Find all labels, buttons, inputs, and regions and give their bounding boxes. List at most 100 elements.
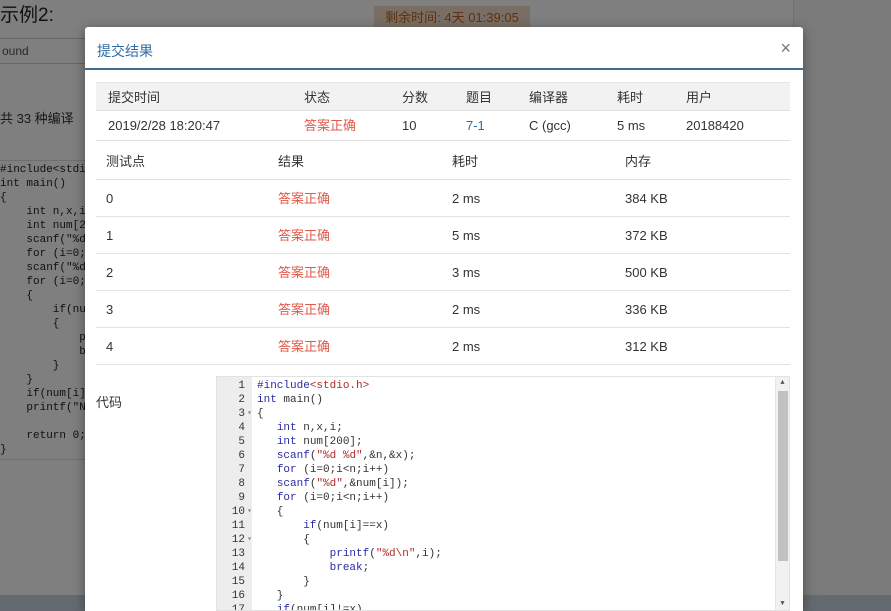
case-header-time: 耗时	[452, 154, 479, 169]
code-line: for (i=0;i<n;i++)	[276, 492, 390, 504]
line-number-text: 5	[238, 436, 245, 448]
line-number-text: 15	[231, 576, 245, 588]
line-number: 14	[217, 561, 252, 575]
dialog-header: 提交结果 ×	[85, 27, 803, 70]
line-number-text: 1	[238, 380, 245, 392]
line-number: 5	[217, 435, 252, 449]
summary-header-user: 用户	[686, 90, 713, 105]
close-icon[interactable]: ×	[780, 39, 791, 57]
case-header-result: 结果	[278, 154, 305, 169]
line-number-text: 16	[231, 590, 245, 602]
line-number-text: 13	[231, 548, 245, 560]
code-line: scanf("%d",&num[i]);	[276, 478, 409, 490]
line-number-text: 2	[238, 394, 245, 406]
code-line: {	[257, 408, 264, 420]
code-label: 代码	[96, 395, 123, 410]
dialog-title: 提交结果	[97, 43, 153, 59]
line-number-text: 6	[238, 450, 245, 462]
case-time: 5 ms	[452, 228, 481, 243]
summary-header-compiler: 编译器	[529, 90, 569, 105]
code-line: int num[200];	[276, 436, 363, 448]
fold-toggle-icon[interactable]: ▾	[247, 505, 252, 519]
submission-duration: 5 ms	[617, 118, 646, 133]
code-line: }	[257, 590, 284, 602]
case-result: 答案正确	[278, 265, 331, 280]
case-time: 2 ms	[452, 302, 481, 317]
scroll-down-icon[interactable]: ▼	[776, 598, 789, 610]
line-number: 11	[217, 519, 252, 533]
summary-header-status: 状态	[304, 90, 331, 105]
line-number-text: 9	[238, 492, 245, 504]
line-number-text: 7	[238, 464, 245, 476]
summary-header-time: 提交时间	[108, 90, 161, 105]
code-line: scanf("%d %d",&n,&x);	[276, 450, 416, 462]
summary-header-problem: 题目	[466, 90, 493, 105]
case-id: 2	[106, 265, 114, 280]
line-number: 9	[217, 491, 252, 505]
code-line: {	[257, 534, 310, 546]
line-number: 15	[217, 575, 252, 589]
case-result: 答案正确	[278, 302, 331, 317]
line-number: 13	[217, 547, 252, 561]
case-time: 3 ms	[452, 265, 481, 280]
case-memory: 312 KB	[625, 339, 668, 354]
fold-toggle-icon[interactable]: ▾	[247, 407, 252, 421]
case-time: 2 ms	[452, 339, 481, 354]
code-line: int main()	[257, 394, 324, 406]
code-line: #include<stdio.h>	[257, 380, 370, 392]
line-number: 7	[217, 463, 252, 477]
code-line: break;	[329, 562, 370, 574]
code-line: printf("%d\n",i);	[329, 548, 442, 560]
code-line: for (i=0;i<n;i++)	[276, 464, 390, 476]
line-number-text: 14	[231, 562, 245, 574]
code-line: if(num[i]!=x)	[276, 604, 363, 611]
case-header-id: 测试点	[106, 154, 146, 169]
test-case-table: 测试点 结果 耗时 内存 0 答案正确 2 ms 384 KB 1 答案正确 5…	[96, 143, 790, 365]
submission-summary-table: 提交时间 状态 分数 题目 编译器 耗时 用户 2019/2/28 18:20:…	[96, 82, 790, 141]
line-number: 8	[217, 477, 252, 491]
code-line: int n,x,i;	[276, 422, 343, 434]
problem-link[interactable]: 7-1	[466, 111, 485, 140]
case-result: 答案正确	[278, 339, 331, 354]
code-line: }	[257, 576, 310, 588]
summary-header-duration: 耗时	[617, 90, 644, 105]
vertical-scrollbar[interactable]: ▲ ▼	[775, 377, 789, 610]
line-number-text: 4	[238, 422, 245, 434]
table-row: 1 答案正确 5 ms 372 KB	[96, 217, 790, 254]
case-memory: 384 KB	[625, 191, 668, 206]
case-id: 4	[106, 339, 114, 354]
line-number-text: 10	[231, 506, 245, 518]
case-result: 答案正确	[278, 191, 331, 206]
code-line: {	[257, 506, 284, 518]
line-number: 3 ▾	[217, 407, 252, 421]
table-row: 3 答案正确 2 ms 336 KB	[96, 291, 790, 328]
case-memory: 372 KB	[625, 228, 668, 243]
line-number-text: 17	[231, 604, 245, 611]
line-number-text: 8	[238, 478, 245, 490]
submission-status: 答案正确	[304, 118, 357, 133]
submission-result-dialog: 提交结果 × 提交时间 状态 分数 题目 编译器 耗时 用户 2019/2/28…	[85, 27, 803, 611]
table-row: 4 答案正确 2 ms 312 KB	[96, 328, 790, 365]
case-header-memory: 内存	[625, 154, 652, 169]
submission-time: 2019/2/28 18:20:47	[108, 118, 221, 133]
scrollbar-thumb[interactable]	[778, 391, 788, 561]
code-line: if(num[i]==x)	[303, 520, 390, 532]
table-row: 2 答案正确 3 ms 500 KB	[96, 254, 790, 291]
line-number: 16	[217, 589, 252, 603]
fold-toggle-icon[interactable]: ▾	[247, 533, 252, 547]
code-editor[interactable]: 1 2 3 ▾ 4 5 6 7 8 9 10 ▾ 11 12 ▾ 13 14 15 16 17 #include<st…	[216, 376, 790, 611]
line-number: 2	[217, 393, 252, 407]
line-number: 1	[217, 379, 252, 393]
line-number-text: 11	[231, 520, 245, 532]
submission-compiler: C (gcc)	[529, 118, 571, 133]
line-number: 10 ▾	[217, 505, 252, 519]
summary-header-row: 提交时间 状态 分数 题目 编译器 耗时 用户	[96, 82, 790, 111]
scroll-up-icon[interactable]: ▲	[776, 377, 789, 389]
case-id: 0	[106, 191, 114, 206]
line-number-text: 3	[238, 408, 245, 420]
summary-row: 2019/2/28 18:20:47 答案正确 10 7-1 C (gcc) 5…	[96, 111, 790, 141]
case-time: 2 ms	[452, 191, 481, 206]
submission-score: 10	[402, 118, 417, 133]
summary-header-score: 分数	[402, 90, 429, 105]
line-number: 12 ▾	[217, 533, 252, 547]
